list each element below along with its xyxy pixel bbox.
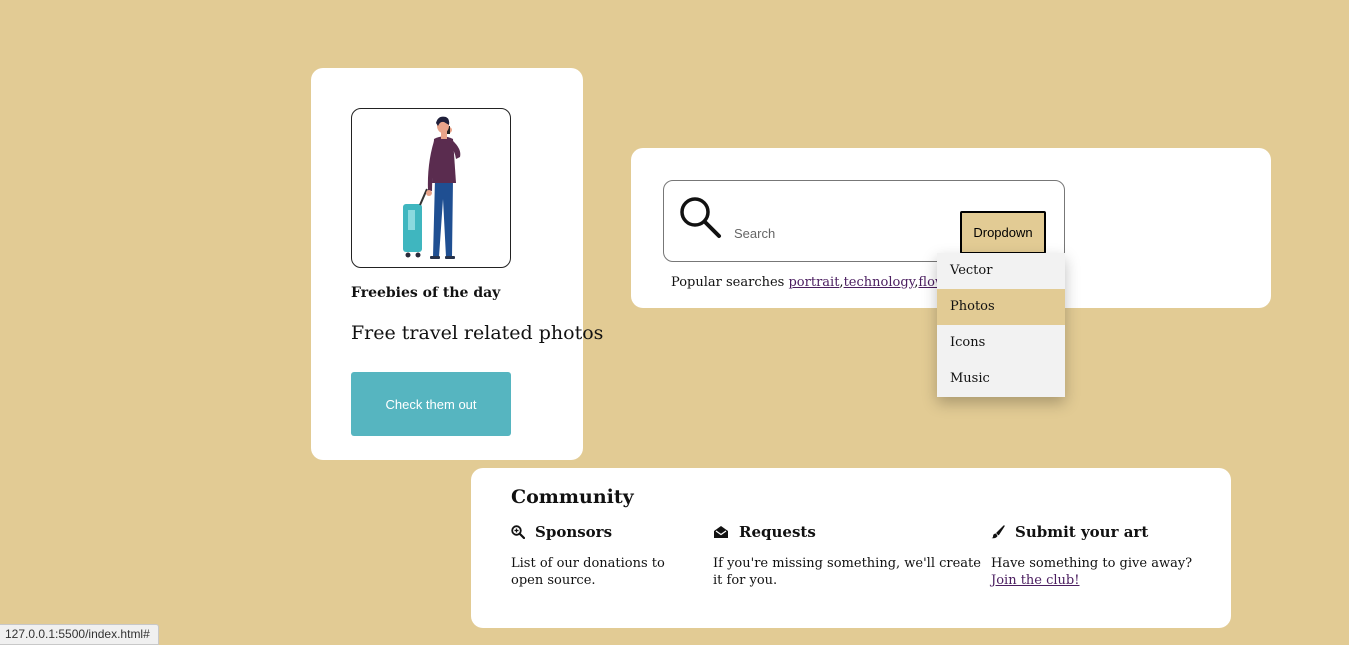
menu-item-photos[interactable]: Photos bbox=[937, 289, 1065, 325]
envelope-open-icon bbox=[714, 526, 728, 538]
freebie-card: Freebies of the day Free travel related … bbox=[311, 68, 603, 460]
popular-searches-label: Popular searches bbox=[671, 275, 789, 290]
community-card: Community Sponsors List of our donations… bbox=[471, 468, 1231, 628]
sponsors-text: List of our donations to open source. bbox=[511, 556, 665, 588]
join-club-link[interactable]: Join the club! bbox=[991, 573, 1079, 588]
freebie-heading: Freebies of the day bbox=[351, 285, 501, 301]
menu-item-music[interactable]: Music bbox=[937, 361, 1065, 397]
status-bar-url: 127.0.0.1:5500/index.html# bbox=[0, 624, 159, 645]
sponsors-column: Sponsors List of our donations to open s… bbox=[511, 523, 686, 589]
submit-art-text: Have something to give away? Join the clu… bbox=[991, 555, 1213, 589]
search-box: Dropdown bbox=[663, 180, 1065, 262]
magnify-icon bbox=[511, 525, 525, 539]
requests-heading: Requests bbox=[739, 523, 816, 541]
popular-searches: Popular searches portrait,technology,flo… bbox=[671, 275, 967, 290]
brush-icon bbox=[991, 525, 1005, 539]
menu-item-vector[interactable]: Vector bbox=[937, 253, 1065, 289]
sponsors-heading: Sponsors bbox=[535, 523, 613, 541]
requests-column: Requests If you're missing something, we… bbox=[713, 523, 983, 589]
submit-art-heading: Submit your art bbox=[1015, 523, 1149, 541]
check-them-out-button[interactable]: Check them out bbox=[351, 372, 511, 436]
popular-link-technology[interactable]: technology bbox=[844, 275, 915, 290]
search-icon bbox=[680, 197, 721, 238]
popular-link-portrait[interactable]: portrait bbox=[788, 275, 839, 290]
freebie-title: Free travel related photos bbox=[351, 322, 604, 344]
dropdown-button[interactable]: Dropdown bbox=[960, 211, 1046, 254]
menu-item-icons[interactable]: Icons bbox=[937, 325, 1065, 361]
dropdown-menu: Vector Photos Icons Music bbox=[937, 253, 1065, 397]
requests-text: If you're missing something, we'll creat… bbox=[713, 556, 981, 588]
search-input[interactable] bbox=[732, 221, 936, 245]
submit-art-text-body: Have something to give away? bbox=[991, 556, 1193, 571]
community-title: Community bbox=[511, 486, 634, 508]
traveler-illustration bbox=[351, 108, 511, 268]
submit-art-column: Submit your art Have something to give a… bbox=[991, 523, 1213, 589]
